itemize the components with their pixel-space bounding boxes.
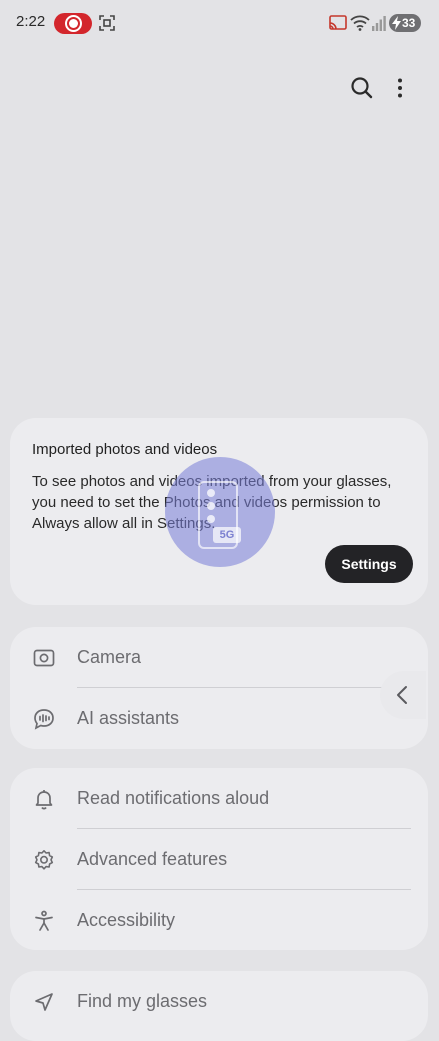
status-time: 2:22 (16, 13, 46, 30)
wifi-icon (350, 15, 370, 31)
screen-record-icon[interactable] (54, 13, 92, 34)
menu-item-label: Read notifications aloud (77, 788, 270, 808)
side-panel-handle[interactable] (380, 671, 426, 719)
signal-icon (372, 16, 386, 31)
status-bar: 2:22 33 (0, 0, 439, 46)
camera-icon (33, 649, 55, 667)
settings-group-1: Camera AI assistants (10, 627, 428, 749)
menu-item-label: AI assistants (77, 708, 180, 728)
menu-item-label: Advanced features (77, 849, 228, 869)
settings-button[interactable]: Settings (325, 545, 413, 583)
watermark-tag: 5G (213, 527, 241, 543)
menu-item-label: Find my glasses (77, 991, 208, 1011)
menu-item-advanced-features[interactable]: Advanced features (10, 829, 428, 890)
more-vert-icon (398, 78, 402, 98)
menu-item-camera[interactable]: Camera (10, 627, 428, 688)
ai-assistant-icon (34, 709, 54, 730)
screenshot-icon (99, 15, 115, 31)
gear-icon (34, 850, 54, 870)
battery-icon: 33 (389, 14, 421, 32)
more-options-button[interactable] (386, 74, 414, 102)
chevron-left-icon (397, 686, 407, 704)
settings-group-3: Find my glasses (10, 971, 428, 1041)
menu-item-read-notifications[interactable]: Read notifications aloud (10, 768, 428, 829)
battery-level: 33 (402, 16, 416, 30)
search-icon (351, 77, 373, 99)
settings-group-2: Read notifications aloud Advanced featur… (10, 768, 428, 950)
menu-item-label: Camera (77, 647, 142, 667)
bell-icon (35, 790, 53, 810)
location-arrow-icon (35, 993, 53, 1011)
menu-item-find-my-glasses[interactable]: Find my glasses (10, 971, 428, 1032)
menu-item-label: Accessibility (77, 910, 176, 930)
accessibility-icon (35, 910, 53, 931)
card-title: Imported photos and videos (32, 441, 218, 458)
bolt-icon (392, 16, 401, 30)
menu-item-ai-assistants[interactable]: AI assistants (10, 688, 428, 749)
menu-item-accessibility[interactable]: Accessibility (10, 890, 428, 951)
watermark-overlay: 5G (165, 457, 275, 567)
search-button[interactable] (348, 74, 376, 102)
cast-icon (329, 15, 347, 30)
